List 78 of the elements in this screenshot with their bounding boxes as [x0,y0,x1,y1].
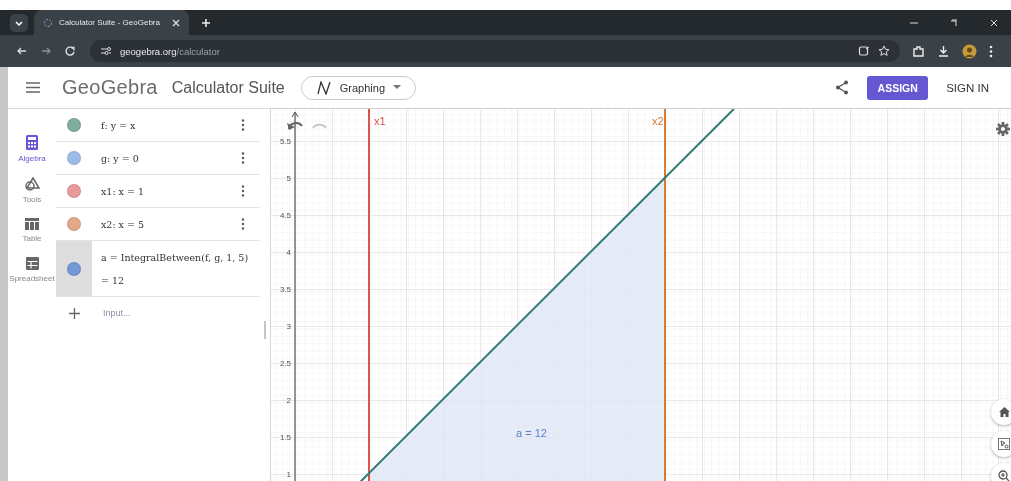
graphing-canvas[interactable]: 5.5 5 4.5 4 3.5 3 2.5 2 1.5 1 x1 x2 a = 12 [271,109,1011,481]
y-tick-label: 1.5 [279,433,291,442]
pointer-shape-icon [998,438,1010,450]
install-app-icon[interactable] [858,45,870,57]
y-tick-label: 2 [286,396,291,405]
forward-icon[interactable] [40,45,52,57]
table-icon [25,218,39,230]
visibility-dot[interactable] [67,184,81,198]
algebra-definition: g: y = 0 [101,152,140,164]
menu-icon[interactable] [26,82,40,93]
add-icon[interactable] [68,307,80,319]
app-picker-dropdown[interactable]: Graphing [300,75,416,100]
close-icon[interactable] [989,17,999,28]
y-tick-label: 4 [286,248,291,257]
y-tick-label: 4.5 [279,211,291,220]
sign-in-button[interactable]: SIGN IN [942,81,993,94]
back-icon[interactable] [16,45,28,57]
visibility-dot[interactable] [67,151,81,165]
tab-title: Calculator Suite - GeoGebra [59,18,161,27]
algebra-row[interactable]: x1: x = 1 [56,175,260,208]
more-options-icon[interactable] [241,152,245,164]
calculator-icon [26,135,38,150]
sidebar-tab[interactable]: Table [22,218,42,243]
share-icon[interactable] [835,80,850,95]
app-title: Calculator Suite [171,78,285,97]
selected-algebra-row[interactable]: a = IntegralBetween(f, g, 1, 5) = 12 [56,241,260,297]
y-tick-label: 3 [286,322,291,331]
url-text: geogebra.org/calculator [120,45,220,57]
y-tick-label: 5 [286,174,291,183]
algebra-row[interactable]: f: y = x [56,109,260,142]
visibility-dot[interactable] [67,261,81,276]
algebra-definition: x1: x = 1 [101,185,146,197]
download-icon[interactable] [937,44,950,58]
graph-icon [315,80,332,95]
algebra-definition: f: y = x [101,119,137,131]
area-label: a = 12 [516,427,547,439]
shapes-icon [24,177,40,191]
undo-icon[interactable] [287,122,303,130]
extensions-icon[interactable] [912,44,925,58]
visibility-dot[interactable] [67,118,81,132]
zoom-in-icon [998,470,1010,481]
resize-handle[interactable] [264,321,266,339]
settings-icon[interactable] [996,122,1010,136]
geogebra-logo: GeoGebra [62,76,158,99]
algebra-definition: x2: x = 5 [101,218,146,230]
algebra-row[interactable]: g: y = 0 [56,142,260,175]
line-label: x2 [652,115,664,127]
y-tick-label: 3.5 [279,285,291,294]
home-icon [998,407,1010,417]
algebra-value: = 12 [101,274,126,286]
sidebar-tab[interactable]: Tools [22,177,42,204]
restore-icon[interactable] [949,17,959,28]
tab-list-button[interactable] [10,13,28,32]
reload-icon[interactable] [64,45,76,57]
y-tick-label: 5.5 [279,137,291,146]
spreadsheet-icon [25,257,39,270]
more-options-icon[interactable] [241,218,245,230]
close-tab-icon[interactable] [172,18,180,27]
sidebar-tab[interactable]: Algebra [18,135,46,163]
algebra-definition: a = IntegralBetween(f, g, 1, 5) [101,251,250,263]
site-settings-icon[interactable] [100,46,112,56]
visibility-dot[interactable] [67,217,81,231]
new-tab-icon[interactable] [201,17,211,28]
y-tick-label: 1 [286,470,291,479]
more-options-icon[interactable] [241,185,245,197]
browser-menu-icon[interactable] [989,44,993,58]
assign-button[interactable]: ASSIGN [867,75,929,100]
browser-tab[interactable]: Calculator Suite - GeoGebra [34,10,189,35]
more-options-icon[interactable] [241,119,245,131]
address-bar[interactable]: geogebra.org/calculator [90,40,900,62]
profile-avatar-icon[interactable] [962,43,977,59]
sidebar-tab[interactable]: Spreadsheet [9,257,55,283]
line-label: x1 [374,115,386,127]
caret-icon [393,85,401,90]
y-tick-label: 2.5 [279,359,291,368]
bookmark-star-icon[interactable] [878,45,890,57]
favicon-icon [43,17,53,28]
algebra-row[interactable]: x2: x = 5 [56,208,260,241]
